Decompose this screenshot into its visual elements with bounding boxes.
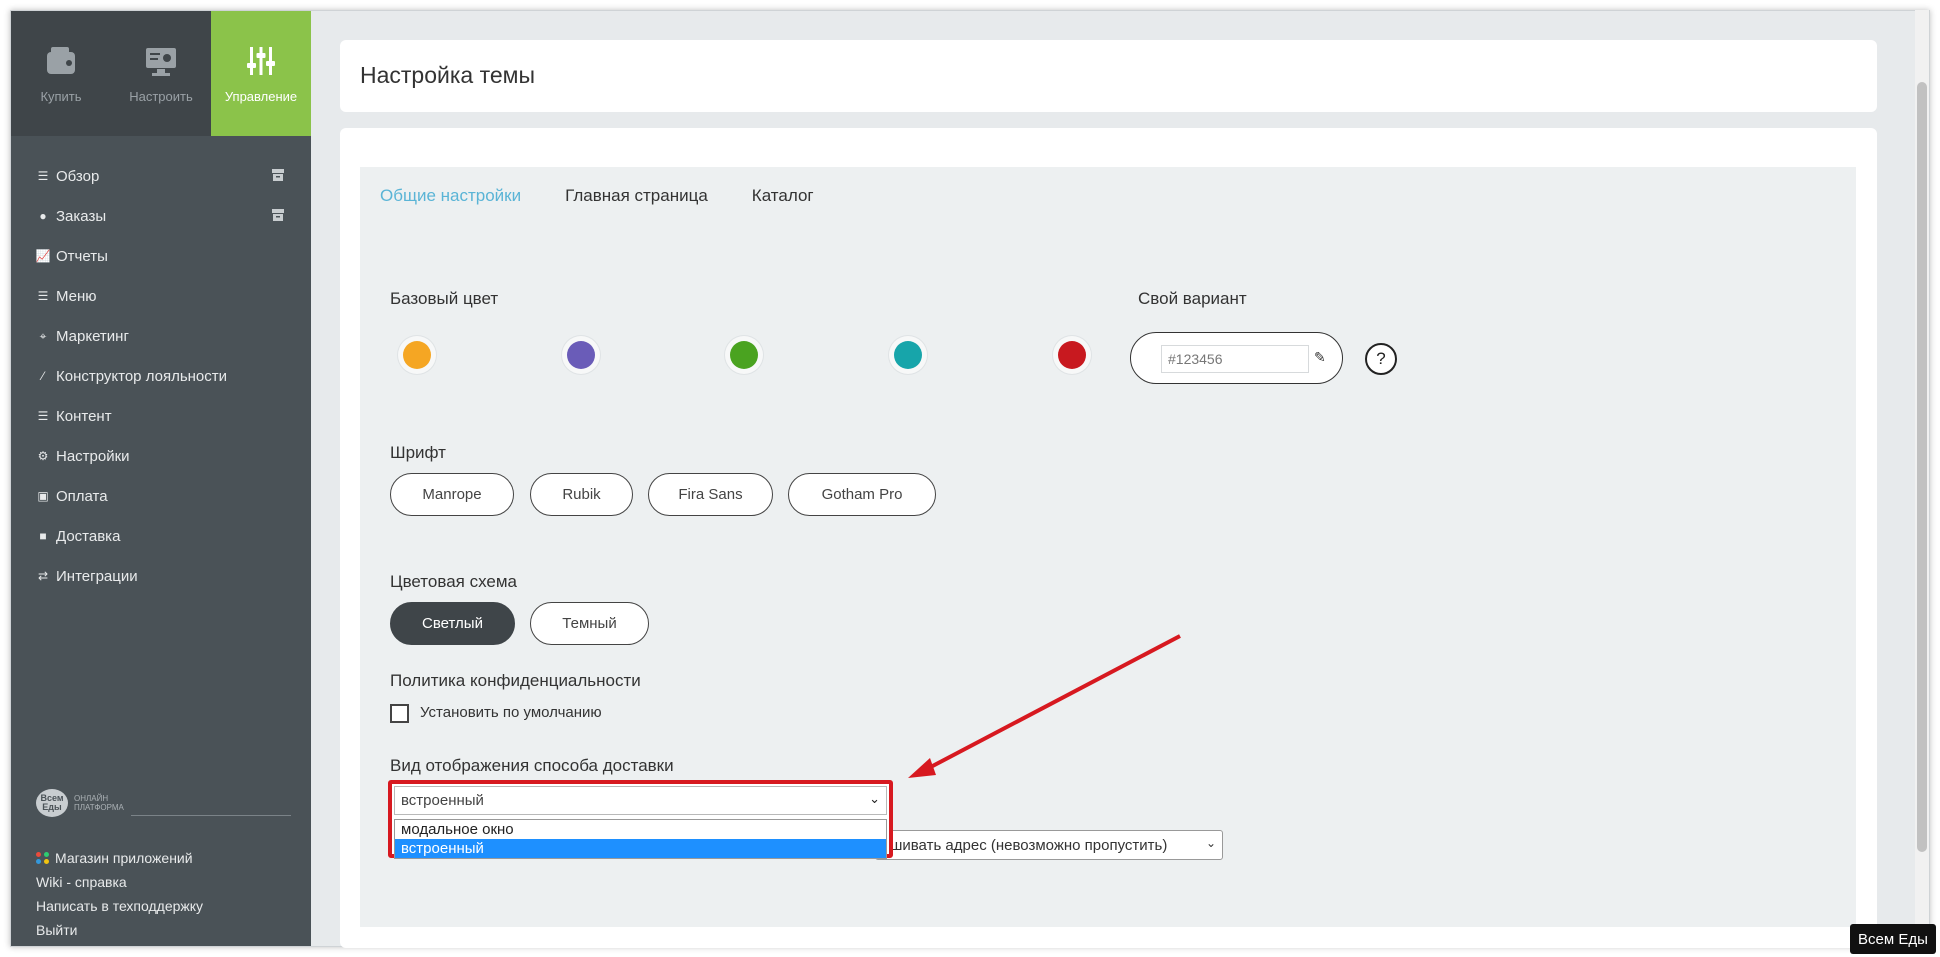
page-scrollbar[interactable] [1915,10,1929,947]
brand-badge: Всем Еды [1850,924,1936,954]
scrollbar-thumb[interactable] [1917,82,1927,852]
annotation-arrow [908,634,1181,778]
